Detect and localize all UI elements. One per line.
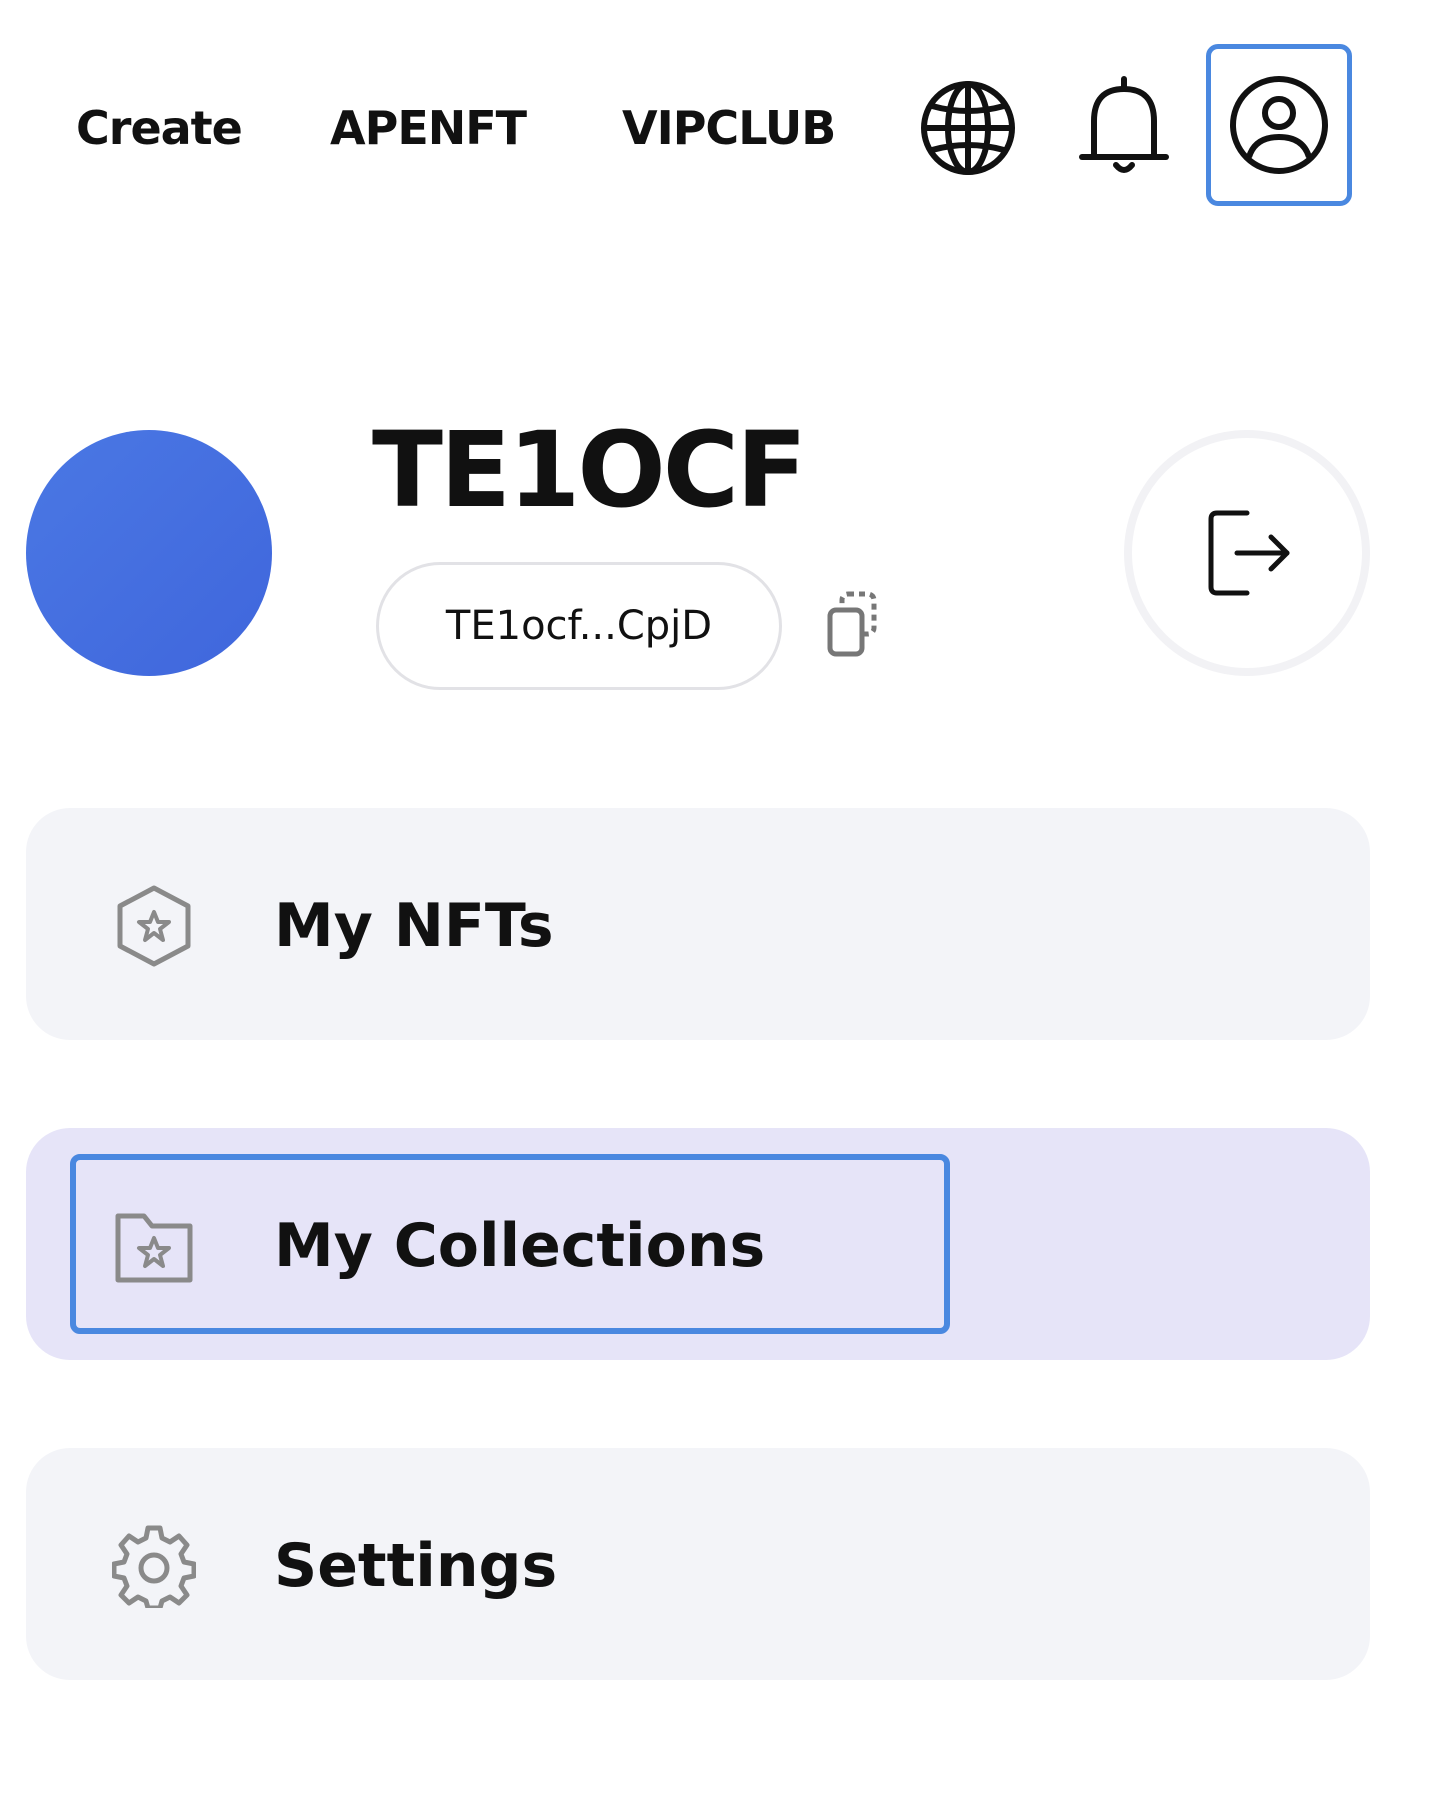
account-icon	[1230, 76, 1328, 174]
copy-address-button[interactable]	[822, 588, 892, 662]
menu-item-my-collections[interactable]: My Collections	[26, 1128, 1370, 1360]
menu-item-my-nfts[interactable]: My NFTs	[26, 808, 1370, 1040]
account-button[interactable]	[1206, 44, 1352, 206]
copy-icon	[827, 591, 877, 657]
logout-button[interactable]	[1124, 430, 1370, 676]
nft-badge-icon	[117, 885, 191, 967]
bell-icon	[1079, 76, 1169, 173]
nav-link-create[interactable]: Create	[76, 96, 243, 160]
nav-link-apenft[interactable]: APENFT	[330, 96, 527, 160]
globe-icon	[921, 81, 1015, 175]
focus-highlight	[70, 1154, 950, 1334]
gear-icon	[112, 1525, 196, 1608]
profile-username: TE1OCF	[372, 409, 807, 531]
notifications-button[interactable]	[1068, 72, 1180, 184]
nav-link-vipclub[interactable]: VIPCLUB	[622, 96, 836, 160]
menu-item-settings[interactable]: Settings	[26, 1448, 1370, 1680]
wallet-address[interactable]: TE1ocf...CpjD	[376, 562, 782, 690]
language-button[interactable]	[912, 72, 1024, 184]
wallet-address-text: TE1ocf...CpjD	[445, 603, 713, 649]
menu-item-label: Settings	[274, 1531, 558, 1601]
top-nav: Create APENFT VIPCLUB	[0, 0, 1440, 250]
menu-item-label: My NFTs	[274, 891, 554, 961]
logout-icon	[1208, 510, 1290, 596]
avatar	[26, 430, 272, 676]
